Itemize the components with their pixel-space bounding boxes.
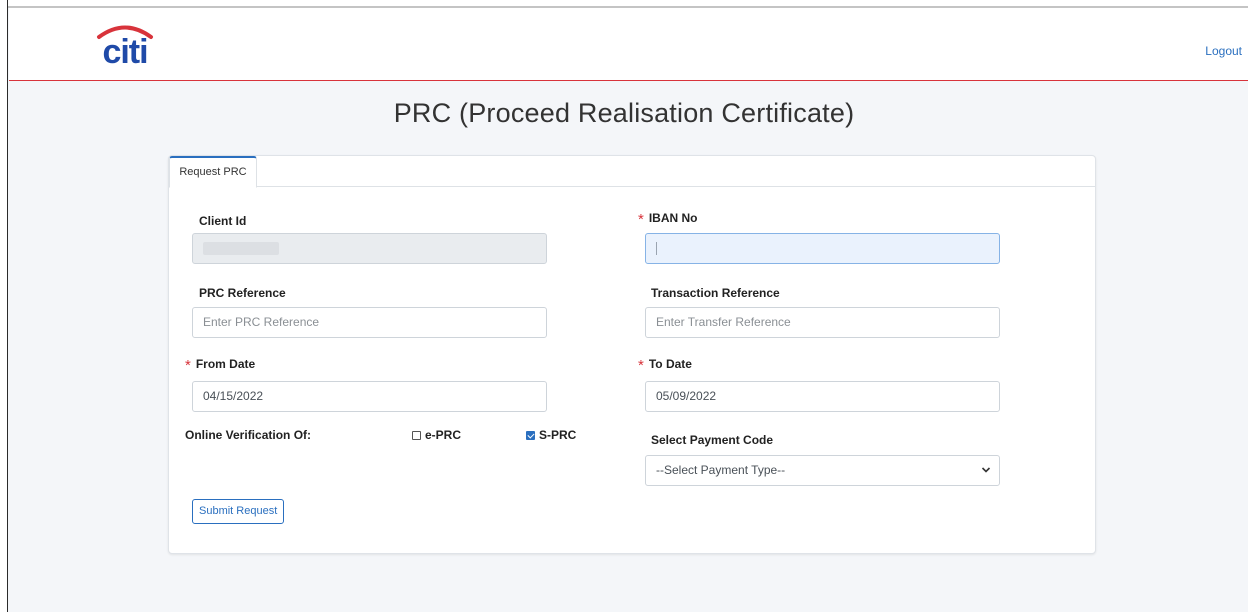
text-caret bbox=[656, 242, 657, 255]
svg-text:citi: citi bbox=[102, 33, 147, 68]
request-card: Request PRC Client Id * IBAN No PRC Refer… bbox=[168, 155, 1096, 554]
to-date-label: * To Date bbox=[638, 357, 692, 374]
payment-code-label: Select Payment Code bbox=[651, 433, 774, 447]
from-date-label: * From Date bbox=[185, 357, 256, 374]
submit-request-button[interactable]: Submit Request bbox=[192, 499, 285, 524]
iban-no-label: * IBAN No bbox=[638, 211, 698, 228]
citi-logo: citi bbox=[97, 25, 153, 68]
required-marker: * bbox=[638, 357, 644, 374]
top-header: citi Logout bbox=[9, 8, 1248, 81]
required-marker: * bbox=[638, 211, 644, 228]
payment-type-select[interactable]: --Select Payment Type-- bbox=[645, 455, 1000, 486]
transaction-reference-label: Transaction Reference bbox=[651, 286, 780, 300]
client-id-label: Client Id bbox=[199, 214, 247, 228]
tab-bar: Request PRC bbox=[169, 156, 1095, 188]
e-prc-checkbox-option[interactable]: e-PRC bbox=[412, 428, 461, 442]
iban-no-input[interactable] bbox=[645, 233, 1000, 264]
window-left-edge bbox=[0, 0, 8, 612]
required-marker: * bbox=[185, 357, 191, 374]
to-date-input[interactable]: 05/09/2022 bbox=[645, 381, 1000, 412]
online-verification-label: Online Verification Of: bbox=[185, 428, 312, 442]
redacted-value bbox=[203, 242, 279, 255]
s-prc-checkbox[interactable] bbox=[526, 430, 535, 440]
page-title: PRC (Proceed Realisation Certificate) bbox=[393, 98, 855, 128]
prc-reference-input[interactable]: Enter PRC Reference bbox=[192, 307, 547, 338]
client-id-input bbox=[192, 233, 547, 264]
logout-link[interactable]: Logout bbox=[1205, 44, 1242, 58]
tab-request-prc[interactable]: Request PRC bbox=[169, 156, 257, 188]
e-prc-checkbox[interactable] bbox=[412, 430, 421, 440]
chevron-down-icon bbox=[981, 467, 991, 473]
transaction-reference-input[interactable]: Enter Transfer Reference bbox=[645, 307, 1000, 338]
s-prc-checkbox-option[interactable]: S-PRC bbox=[526, 428, 576, 442]
prc-reference-label: PRC Reference bbox=[199, 286, 286, 300]
from-date-input[interactable]: 04/15/2022 bbox=[192, 381, 547, 412]
